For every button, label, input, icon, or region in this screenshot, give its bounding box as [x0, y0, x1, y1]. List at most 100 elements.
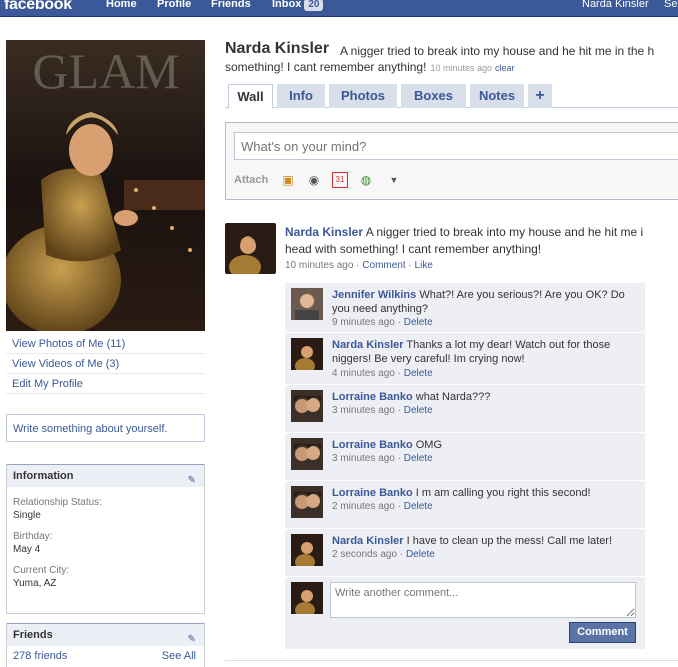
attach-video-icon[interactable]: ◉ [306, 172, 322, 188]
nav-inbox-label: Inbox [272, 0, 302, 10]
story-author-link[interactable]: Narda Kinsler [285, 225, 363, 239]
comment-text-block: Lorraine Banko what Narda??? [332, 390, 632, 404]
attach-event-icon[interactable]: 31 [332, 172, 348, 188]
information-title: Information [13, 470, 74, 482]
comment-text-block: Lorraine Banko I m am calling you right … [332, 486, 632, 500]
story-comment-link[interactable]: Comment [362, 260, 405, 271]
relationship-label: Relationship Status: [13, 497, 102, 508]
birthday-value: May 4 [13, 544, 41, 555]
friends-title: Friends [13, 629, 53, 641]
story-avatar[interactable] [225, 223, 276, 274]
commenter-name-link[interactable]: Lorraine Banko [332, 391, 413, 403]
attach-photo-icon[interactable]: ▣ [280, 172, 296, 188]
nav-home-link[interactable]: Home [106, 0, 137, 10]
comment-delete-link[interactable]: Delete [406, 549, 435, 560]
top-navigation-bar: facebook Home Profile Friends Inbox 20 Na… [0, 0, 678, 17]
status-clear-link[interactable]: clear [495, 63, 515, 73]
comment-time: 2 minutes ago [332, 501, 395, 512]
story-text: A nigger tried to break into my house an… [365, 225, 644, 239]
comment-time: 2 seconds ago [332, 549, 398, 560]
commenter-name-link[interactable]: Narda Kinsler [332, 535, 404, 547]
comment-delete-link[interactable]: Delete [404, 453, 433, 464]
profile-tabs: Wall Info Photos Boxes Notes + [225, 84, 678, 109]
commenter-avatar[interactable] [291, 438, 323, 470]
more-attachments-icon[interactable]: ▼ [386, 172, 402, 188]
story-text-line1: Narda Kinsler A nigger tried to break in… [285, 225, 643, 239]
friends-box: Friends ✎ 278 friends See All [6, 623, 205, 667]
commenter-avatar[interactable] [291, 390, 323, 422]
current-city-label: Current City: [13, 565, 70, 576]
tab-photos[interactable]: Photos [329, 84, 397, 108]
friends-header: Friends ✎ [7, 623, 204, 646]
story-time: 10 minutes ago [285, 260, 354, 271]
current-user-avatar [291, 582, 323, 614]
nav-settings-link[interactable]: Se [664, 0, 677, 10]
comment-text: what Narda??? [415, 391, 491, 403]
commenter-avatar[interactable] [291, 486, 323, 518]
facebook-logo[interactable]: facebook [4, 0, 72, 14]
comment-input[interactable] [330, 582, 636, 618]
profile-links: View Photos of Me (11) View Videos of Me… [6, 334, 205, 394]
profile-photo[interactable]: GLAM [6, 40, 205, 331]
friends-count-link[interactable]: 278 friends [13, 646, 67, 666]
relationship-value: Single [13, 510, 41, 521]
write-about-yourself[interactable]: Write something about yourself. [6, 414, 205, 442]
story-like-link[interactable]: Like [415, 260, 433, 271]
nav-profile-link[interactable]: Profile [157, 0, 191, 10]
comment-meta: 2 minutes ago · Delete [332, 501, 433, 512]
comment-button[interactable]: Comment [569, 622, 636, 643]
comment-item: Lorraine Banko what Narda??? 3 minutes a… [285, 385, 645, 433]
commenter-name-link[interactable]: Narda Kinsler [332, 339, 404, 351]
comment-delete-link[interactable]: Delete [404, 501, 433, 512]
commenter-name-link[interactable]: Jennifer Wilkins [332, 289, 416, 301]
comment-text-block: Narda Kinsler I have to clean up the mes… [332, 534, 632, 548]
comment-item: Narda Kinsler I have to clean up the mes… [285, 529, 645, 577]
inbox-count-badge: 20 [304, 0, 324, 11]
tab-notes[interactable]: Notes [470, 84, 524, 108]
nav-friends-link[interactable]: Friends [211, 0, 251, 10]
commenter-name-link[interactable]: Lorraine Banko [332, 439, 413, 451]
comment-meta: 2 seconds ago · Delete [332, 549, 435, 560]
tab-wall[interactable]: Wall [228, 84, 273, 109]
commenter-avatar[interactable] [291, 534, 323, 566]
status-text-line2-text: something! I cant remember anything! [225, 60, 427, 74]
information-box: Information ✎ Relationship Status: Singl… [6, 464, 205, 614]
comment-time: 4 minutes ago [332, 368, 395, 379]
comment-meta: 4 minutes ago · Delete [332, 368, 433, 379]
commenter-avatar[interactable] [291, 338, 323, 370]
comment-text-block: Narda Kinsler Thanks a lot my dear! Watc… [332, 338, 632, 366]
tab-info[interactable]: Info [277, 84, 325, 108]
comment-meta: 3 minutes ago · Delete [332, 453, 433, 464]
commenter-avatar[interactable] [291, 288, 323, 320]
comment-delete-link[interactable]: Delete [404, 368, 433, 379]
comment-item: Jennifer Wilkins What?! Are you serious?… [285, 283, 645, 333]
avatar-image [291, 338, 323, 370]
comment-time: 3 minutes ago [332, 405, 395, 416]
status-publisher: Attach ▣ ◉ 31 ◍ ▼ [225, 122, 678, 200]
story-meta: 10 minutes ago · Comment · Like [285, 260, 433, 271]
status-text-line2: something! I cant remember anything! 10 m… [225, 60, 515, 74]
status-text-line1: A nigger tried to break into my house an… [340, 44, 655, 58]
nav-user-link[interactable]: Narda Kinsler [582, 0, 649, 10]
comment-item: Lorraine Banko OMG 3 minutes ago · Delet… [285, 433, 645, 481]
profile-name: Narda Kinsler [225, 40, 330, 57]
edit-profile-link[interactable]: Edit My Profile [6, 374, 205, 394]
comment-meta: 3 minutes ago · Delete [332, 405, 433, 416]
attach-link-icon[interactable]: ◍ [358, 172, 374, 188]
photo-backdrop-text: GLAM [32, 43, 179, 99]
status-input[interactable] [234, 132, 678, 160]
avatar-image [291, 534, 323, 566]
comment-delete-link[interactable]: Delete [404, 317, 433, 328]
current-city-value: Yuma, AZ [13, 578, 57, 589]
comment-delete-link[interactable]: Delete [404, 405, 433, 416]
commenter-name-link[interactable]: Lorraine Banko [332, 487, 413, 499]
avatar-image [291, 582, 323, 614]
nav-inbox-link[interactable]: Inbox 20 [272, 0, 324, 11]
comment-text-block: Lorraine Banko OMG [332, 438, 632, 452]
edit-pencil-icon[interactable]: ✎ [188, 629, 196, 651]
add-tab-button[interactable]: + [528, 84, 552, 108]
view-photos-link[interactable]: View Photos of Me (11) [6, 334, 205, 354]
tab-boxes[interactable]: Boxes [401, 84, 466, 108]
view-videos-link[interactable]: View Videos of Me (3) [6, 354, 205, 374]
edit-pencil-icon[interactable]: ✎ [188, 470, 196, 492]
